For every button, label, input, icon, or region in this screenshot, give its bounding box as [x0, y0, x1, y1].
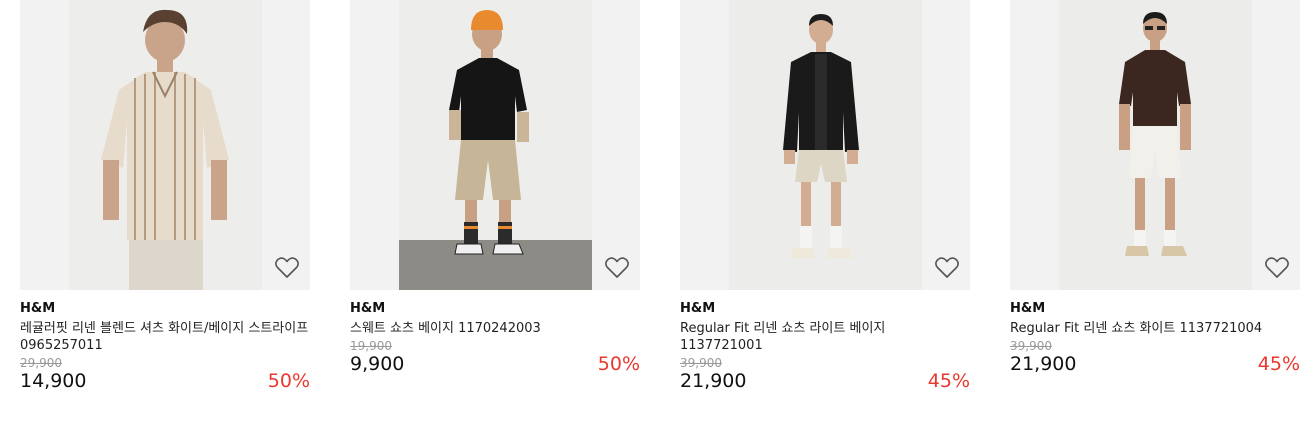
price-row: 39,900 21,900 45% — [1010, 337, 1300, 379]
brand-name: H&M — [680, 301, 716, 316]
product-photo[interactable] — [399, 0, 592, 290]
discount-rate: 50% — [267, 370, 310, 392]
price-row: 19,900 9,900 50% — [350, 337, 640, 379]
product-image-container[interactable] — [20, 0, 310, 290]
discount-rate: 45% — [927, 370, 970, 392]
wishlist-heart-icon[interactable] — [274, 256, 300, 280]
original-price: 39,900 — [680, 356, 722, 370]
sale-price: 21,900 — [1010, 353, 1077, 375]
product-card[interactable]: H&M Regular Fit 리넨 쇼츠 화이트 1137721004 39,… — [1010, 0, 1300, 379]
product-card[interactable]: H&M 스웨트 쇼츠 베이지 1170242003 19,900 9,900 5… — [350, 0, 640, 379]
product-card[interactable]: H&M Regular Fit 리넨 쇼츠 라이트 베이지 1137721001… — [680, 0, 970, 396]
product-name[interactable]: Regular Fit 리넨 쇼츠 라이트 베이지 1137721001 — [680, 320, 970, 354]
brand-name: H&M — [20, 301, 56, 316]
product-name[interactable]: Regular Fit 리넨 쇼츠 화이트 1137721004 — [1010, 320, 1300, 337]
wishlist-heart-icon[interactable] — [934, 256, 960, 280]
original-price: 39,900 — [1010, 339, 1052, 353]
discount-rate: 45% — [1257, 353, 1300, 375]
product-image-container[interactable] — [1010, 0, 1300, 290]
original-price: 29,900 — [20, 356, 62, 370]
brand-name: H&M — [350, 301, 386, 316]
brand-name: H&M — [1010, 301, 1046, 316]
product-name[interactable]: 스웨트 쇼츠 베이지 1170242003 — [350, 320, 640, 337]
sale-price: 9,900 — [350, 353, 405, 375]
wishlist-heart-icon[interactable] — [1264, 256, 1290, 280]
price-row: 39,900 21,900 45% — [680, 354, 970, 396]
product-photo[interactable] — [1059, 0, 1252, 290]
product-grid: H&M 레귤러핏 리넨 블렌드 셔츠 화이트/베이지 스트라이프 0965257… — [0, 0, 1316, 430]
original-price: 19,900 — [350, 339, 392, 353]
product-photo[interactable] — [69, 0, 262, 290]
price-row: 29,900 14,900 50% — [20, 354, 310, 396]
product-image-container[interactable] — [680, 0, 970, 290]
product-card[interactable]: H&M 레귤러핏 리넨 블렌드 셔츠 화이트/베이지 스트라이프 0965257… — [20, 0, 310, 396]
product-photo[interactable] — [729, 0, 922, 290]
wishlist-heart-icon[interactable] — [604, 256, 630, 280]
sale-price: 21,900 — [680, 370, 747, 392]
sale-price: 14,900 — [20, 370, 87, 392]
product-name[interactable]: 레귤러핏 리넨 블렌드 셔츠 화이트/베이지 스트라이프 0965257011 — [20, 320, 310, 354]
discount-rate: 50% — [597, 353, 640, 375]
product-image-container[interactable] — [350, 0, 640, 290]
